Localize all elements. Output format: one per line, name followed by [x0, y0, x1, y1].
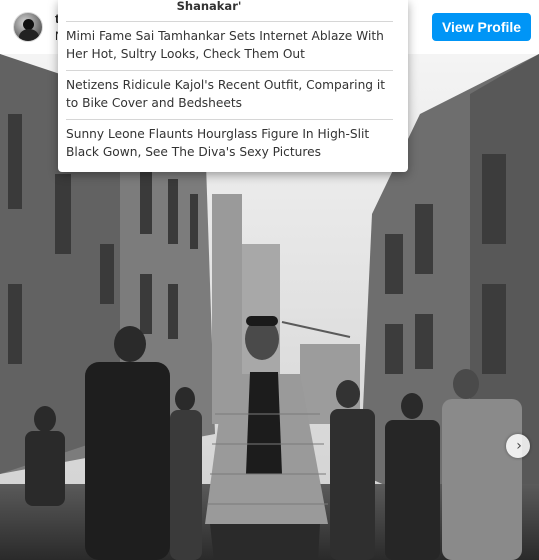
- view-profile-button[interactable]: View Profile: [432, 13, 531, 41]
- avatar-body-shape: [19, 29, 39, 41]
- profile-avatar[interactable]: [13, 12, 43, 42]
- news-item-link[interactable]: Mimi Fame Sai Tamhankar Sets Internet Ab…: [66, 27, 399, 63]
- chevron-right-icon: ›: [516, 438, 522, 454]
- news-title-fragment: Shanakar': [58, 0, 408, 21]
- related-news-dropdown: Shanakar' Mimi Fame Sai Tamhankar Sets I…: [58, 0, 408, 172]
- news-divider: [66, 119, 393, 120]
- news-item-link[interactable]: Netizens Ridicule Kajol's Recent Outfit,…: [66, 76, 399, 112]
- news-title-text: Shanakar': [176, 0, 242, 13]
- next-photo-button[interactable]: ›: [506, 434, 530, 458]
- news-item-link[interactable]: Sunny Leone Flaunts Hourglass Figure In …: [66, 125, 399, 161]
- news-divider: [66, 21, 393, 22]
- news-divider: [66, 70, 393, 71]
